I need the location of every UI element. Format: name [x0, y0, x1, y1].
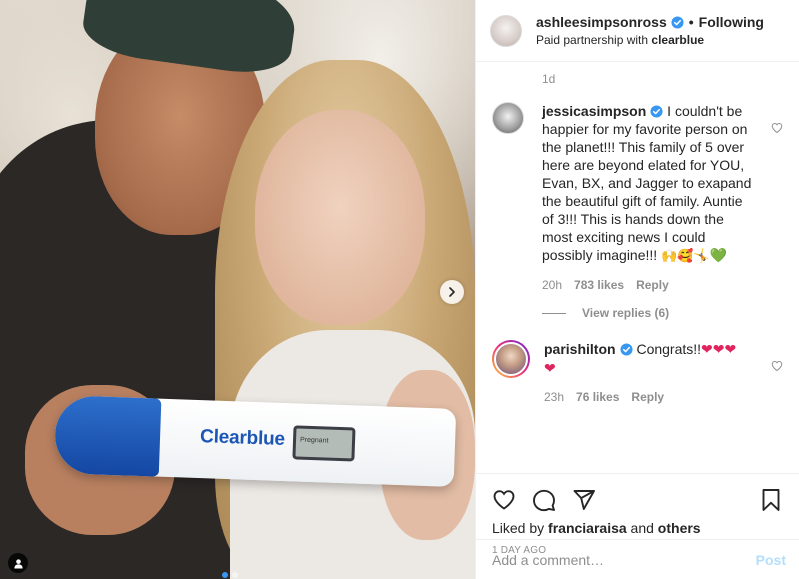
comment-likes[interactable]: 783 likes — [574, 276, 624, 294]
comment: jessicasimpson I couldn't be happier for… — [492, 102, 783, 294]
reply-button[interactable]: Reply — [631, 388, 664, 406]
comment-body: jessicasimpson I couldn't be happier for… — [542, 102, 756, 294]
pregnancy-test-display: Pregnant — [292, 425, 356, 462]
liked-by-user[interactable]: franciaraisa — [548, 520, 627, 536]
comment-meta: 20h 783 likes Reply — [542, 276, 756, 294]
comment-bubble-icon[interactable] — [532, 488, 556, 512]
red-hearts-emoji: ❤❤❤ — [701, 342, 737, 358]
comment-emojis: 🙌🥰🤸 — [661, 249, 710, 264]
reply-button[interactable]: Reply — [636, 276, 669, 294]
post-header: ashleesimpsonross • Following Paid partn… — [476, 0, 799, 62]
post-photo[interactable]: Clearblue Pregnant — [0, 0, 475, 579]
liked-by-line: Liked by franciaraisa and others — [492, 520, 783, 536]
commenter-username[interactable]: jessicasimpson — [542, 103, 646, 119]
view-replies-button[interactable]: View replies (6) — [542, 306, 783, 320]
commenter-avatar-image — [494, 342, 528, 376]
comment-time[interactable]: 20h — [542, 276, 562, 294]
instagram-post-modal: Clearblue Pregnant ashleesimpsonross • F… — [0, 0, 799, 579]
comment-body: parishilton Congrats!!❤❤❤ ❤ 23h 76 likes… — [544, 340, 758, 406]
comments-list[interactable]: 1d jessicasimpson I couldn't be happier … — [476, 62, 799, 473]
comment-text-block: jessicasimpson I couldn't be happier for… — [542, 102, 756, 266]
liked-by-and: and — [626, 520, 658, 536]
view-replies-line — [542, 312, 566, 314]
commenter-avatar[interactable] — [492, 340, 530, 378]
partner-link[interactable]: clearblue — [651, 33, 704, 47]
author-avatar[interactable] — [490, 14, 522, 47]
commenter-username[interactable]: parishilton — [544, 341, 616, 357]
pregnancy-test-cap — [53, 395, 162, 477]
comment: parishilton Congrats!!❤❤❤ ❤ 23h 76 likes… — [492, 340, 783, 406]
liked-by-prefix: Liked by — [492, 520, 549, 536]
post-age: 1d — [542, 72, 556, 86]
pregnancy-test-brand: Clearblue — [199, 426, 286, 451]
verified-badge-icon — [650, 105, 663, 118]
header-text: ashleesimpsonross • Following Paid partn… — [536, 14, 764, 47]
like-heart-icon[interactable] — [492, 488, 516, 512]
verified-badge-icon — [671, 15, 684, 29]
chevron-right-icon — [449, 287, 455, 297]
view-replies-label: View replies (6) — [582, 306, 670, 320]
post-comment-button[interactable]: Post — [756, 552, 786, 568]
comment-likes[interactable]: 76 likes — [576, 388, 619, 406]
header-line-1: ashleesimpsonross • Following — [536, 14, 764, 30]
save-bookmark-icon[interactable] — [759, 488, 783, 512]
comment-meta: 23h 76 likes Reply — [544, 388, 758, 406]
following-button[interactable]: Following — [699, 14, 764, 30]
comment-time[interactable]: 23h — [544, 388, 564, 406]
action-icons-row — [492, 480, 783, 520]
carousel-dot-active — [222, 572, 228, 578]
red-heart-emoji: ❤ — [544, 361, 556, 377]
verified-badge-icon — [620, 343, 633, 356]
post-side-panel: ashleesimpsonross • Following Paid partn… — [475, 0, 799, 579]
partnership-label: Paid partnership with clearblue — [536, 33, 764, 47]
tagged-users-button[interactable] — [8, 553, 28, 573]
partnership-prefix: Paid partnership with — [536, 33, 652, 47]
photo-woman-face — [255, 110, 425, 325]
comment-like-heart-icon[interactable] — [771, 122, 783, 134]
author-username[interactable]: ashleesimpsonross — [536, 14, 667, 30]
person-icon — [13, 558, 23, 569]
green-heart-emoji: 💚 — [709, 248, 728, 264]
header-separator: • — [688, 14, 694, 30]
share-paper-plane-icon[interactable] — [572, 488, 596, 512]
comment-text: I couldn't be happier for my favorite pe… — [542, 103, 752, 263]
carousel-next-button[interactable] — [440, 280, 464, 304]
comment-text: Congrats!! — [632, 341, 702, 357]
comment-text-block: parishilton Congrats!!❤❤❤ ❤ — [544, 340, 758, 378]
comment-like-heart-icon[interactable] — [771, 360, 783, 372]
carousel-dot — [232, 572, 238, 578]
add-comment-input[interactable] — [492, 551, 756, 568]
pregnancy-test: Clearblue Pregnant — [53, 395, 457, 487]
liked-by-others[interactable]: others — [658, 520, 701, 536]
carousel-indicator — [222, 572, 238, 578]
add-comment-bar: Post — [476, 539, 799, 579]
commenter-avatar[interactable] — [492, 102, 524, 134]
